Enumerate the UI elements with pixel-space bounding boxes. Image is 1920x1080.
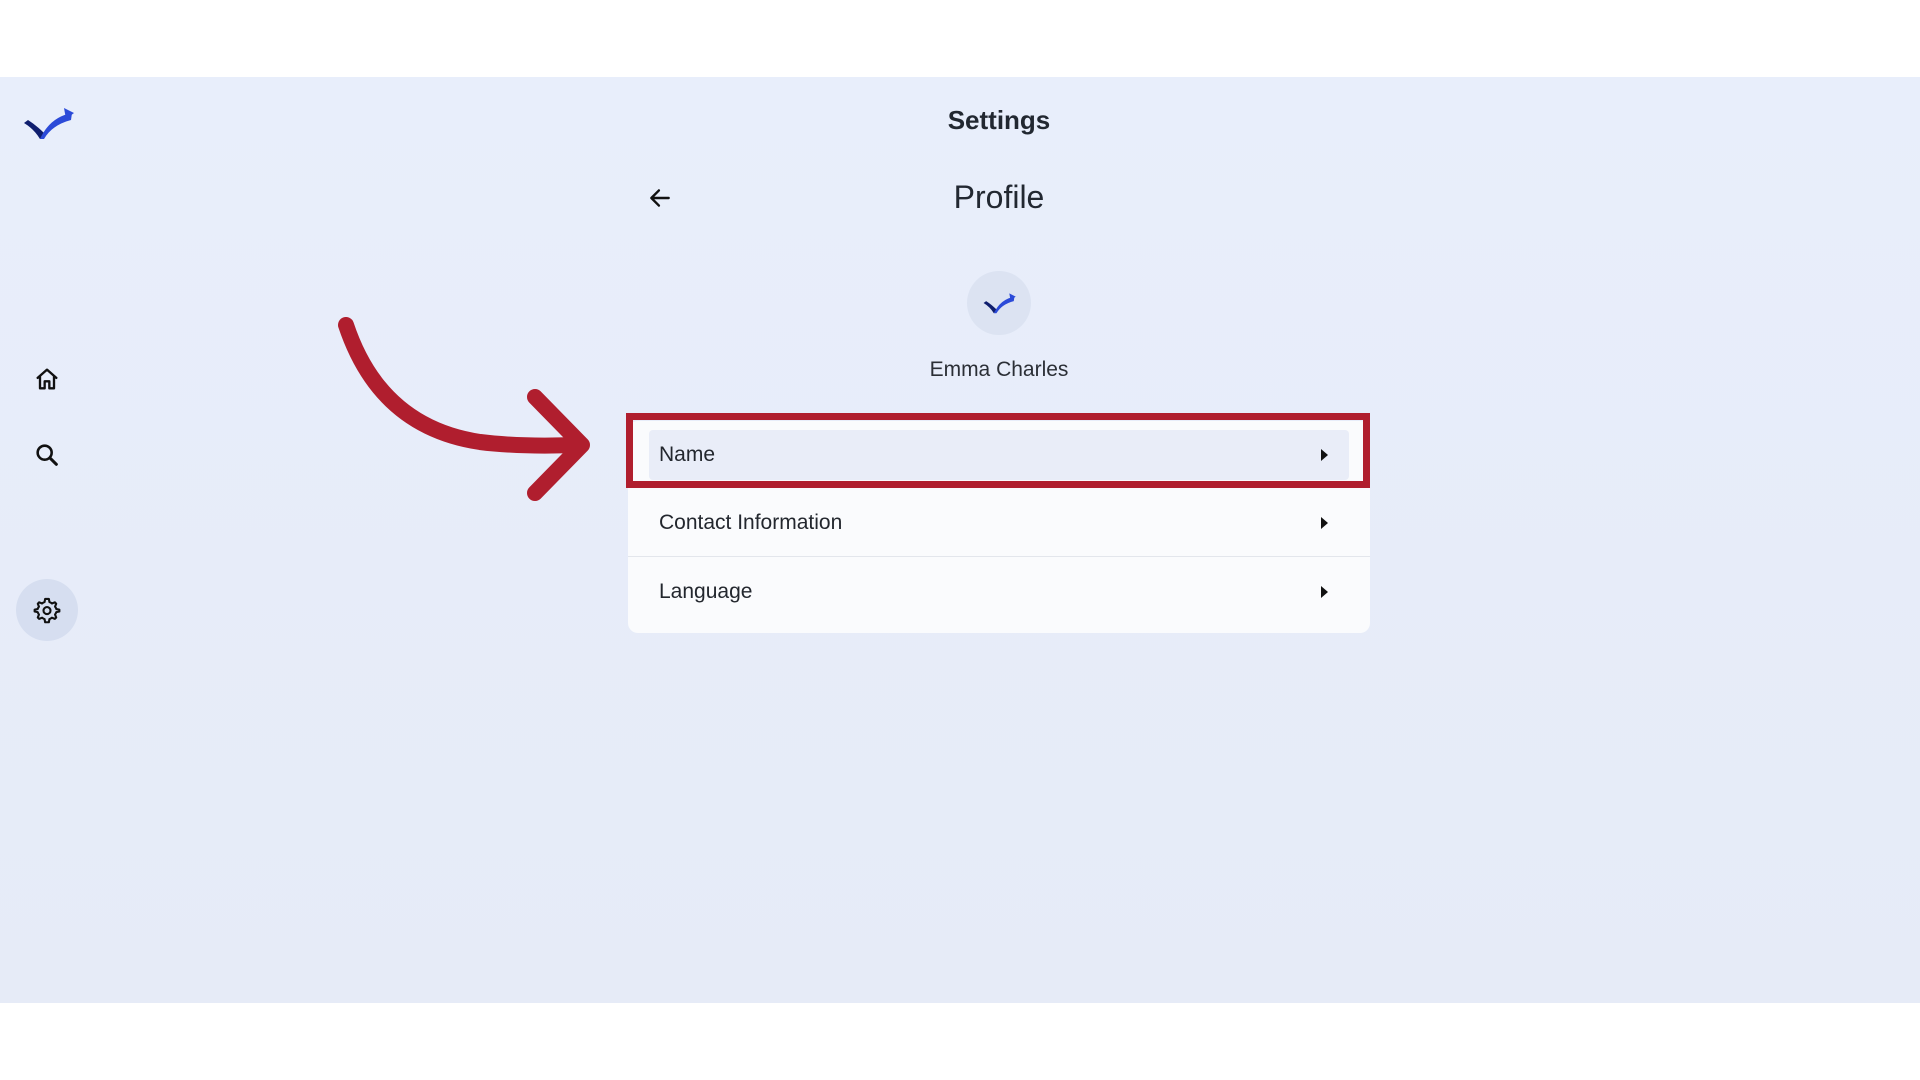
header-title: Settings [947, 105, 1051, 135]
menu-item-name[interactable]: Name [628, 421, 1370, 489]
menu-item-label: Name [659, 443, 716, 466]
annotation-arrow-icon [338, 317, 590, 501]
gear-icon [33, 597, 61, 624]
logo-icon [983, 293, 1016, 314]
search-icon [36, 444, 58, 466]
chevron-right-icon [1321, 586, 1328, 598]
app-window: Settings Profile Emma Charles Name Conta… [0, 77, 1920, 1003]
menu-item-contact-information[interactable]: Contact Information [628, 489, 1370, 557]
menu-item-language[interactable]: Language [628, 558, 1370, 626]
menu-item-label: Contact Information [659, 510, 843, 534]
avatar[interactable] [967, 271, 1031, 335]
chevron-right-icon [1321, 516, 1328, 529]
chevron-right-icon [1321, 449, 1328, 461]
page-title: Profile [953, 179, 1045, 215]
profile-menu: Name Contact Information Language [628, 421, 1370, 633]
sidebar-item-search[interactable] [16, 424, 78, 486]
menu-item-label: Language [659, 580, 753, 603]
sidebar-item-settings[interactable] [16, 579, 78, 641]
user-name: Emma Charles [929, 358, 1069, 381]
